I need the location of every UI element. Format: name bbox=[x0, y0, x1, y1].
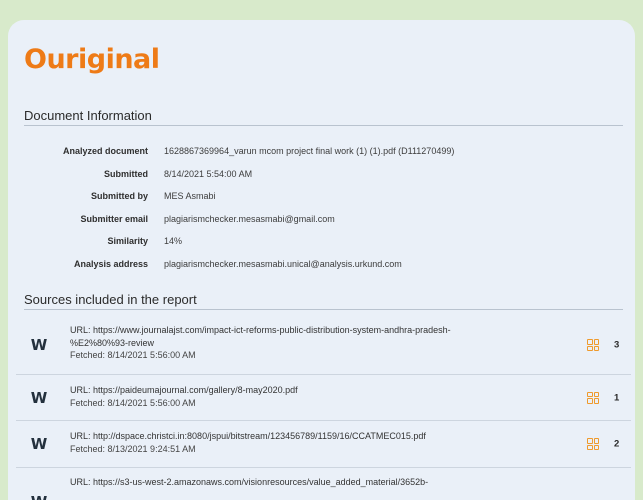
match-count: 1 bbox=[614, 392, 620, 403]
web-source-icon: W bbox=[28, 491, 50, 500]
source-url-continued[interactable]: %E2%80%93-review bbox=[70, 337, 570, 350]
info-label: Analyzed document bbox=[62, 146, 148, 157]
matches-grid-icon[interactable] bbox=[587, 391, 599, 404]
info-value: plagiarismchecker.mesasmabi.unical@analy… bbox=[164, 258, 402, 269]
sources-heading: Sources included in the report bbox=[24, 292, 197, 307]
web-source-icon: W bbox=[30, 336, 48, 354]
info-value: 1628867369964_varun mcom project final w… bbox=[164, 146, 455, 157]
info-label: Analysis address bbox=[73, 258, 148, 269]
info-row-similarity: Similarity 14% bbox=[24, 230, 624, 253]
source-url[interactable]: URL: https://www.journalajst.com/impact-… bbox=[70, 324, 570, 337]
info-value: 8/14/2021 5:54:00 AM bbox=[164, 168, 253, 179]
info-value: plagiarismchecker.mesasmabi@gmail.com bbox=[164, 213, 335, 224]
matches-grid-icon[interactable] bbox=[587, 438, 599, 450]
document-information-heading: Document Information bbox=[24, 108, 152, 123]
source-text: URL: http://dspace.christci.in:8080/jspu… bbox=[70, 430, 570, 455]
source-url[interactable]: URL: https://s3-us-west-2.amazonaws.com/… bbox=[70, 476, 570, 489]
document-info-table: Analyzed document 1628867369964_varun mc… bbox=[24, 140, 624, 275]
info-row-submitted: Submitted 8/14/2021 5:54:00 AM bbox=[24, 163, 624, 186]
source-fetched: Fetched: 8/14/2021 5:56:00 AM bbox=[70, 397, 196, 408]
info-label: Submitted by bbox=[90, 191, 148, 202]
info-value: 14% bbox=[164, 236, 183, 247]
report-panel: Ouriginal Document Information Analyzed … bbox=[8, 20, 635, 500]
info-row-submitted-by: Submitted by MES Asmabi bbox=[24, 185, 624, 208]
ouriginal-logo: Ouriginal bbox=[24, 44, 160, 75]
sources-list: W URL: https://www.journalajst.com/impac… bbox=[16, 316, 631, 500]
source-url[interactable]: URL: http://dspace.christci.in:8080/jspu… bbox=[70, 430, 570, 443]
source-item[interactable]: W URL: https://www.journalajst.com/impac… bbox=[16, 316, 631, 375]
match-count: 3 bbox=[614, 339, 620, 351]
source-fetched: Fetched: 8/14/2021 5:56:00 AM bbox=[70, 350, 196, 360]
web-source-icon: W bbox=[30, 435, 48, 453]
info-label: Submitter email bbox=[80, 213, 148, 224]
source-item[interactable]: W URL: http://dspace.christci.in:8080/js… bbox=[16, 421, 631, 468]
info-value: MES Asmabi bbox=[164, 191, 216, 202]
info-row-submitter-email: Submitter email plagiarismchecker.mesasm… bbox=[24, 208, 624, 231]
info-row-analyzed-document: Analyzed document 1628867369964_varun mc… bbox=[24, 140, 624, 163]
source-item[interactable]: W URL: https://paideumajournal.com/galle… bbox=[16, 375, 631, 421]
divider bbox=[24, 309, 623, 310]
info-label: Submitted bbox=[104, 168, 148, 179]
info-label: Similarity bbox=[107, 236, 148, 247]
info-row-analysis-address: Analysis address plagiarismchecker.mesas… bbox=[24, 253, 624, 276]
source-text: URL: https://paideumajournal.com/gallery… bbox=[70, 384, 570, 409]
divider bbox=[24, 125, 623, 126]
source-text: URL: https://www.journalajst.com/impact-… bbox=[70, 324, 570, 362]
matches-grid-icon[interactable] bbox=[587, 339, 599, 351]
web-source-icon: W bbox=[30, 388, 48, 407]
match-count: 2 bbox=[614, 438, 620, 450]
source-url[interactable]: URL: https://paideumajournal.com/gallery… bbox=[70, 384, 570, 397]
source-item[interactable]: W URL: https://s3-us-west-2.amazonaws.co… bbox=[16, 468, 631, 500]
source-text: URL: https://s3-us-west-2.amazonaws.com/… bbox=[70, 476, 570, 489]
source-fetched: Fetched: 8/13/2021 9:24:51 AM bbox=[70, 443, 196, 454]
